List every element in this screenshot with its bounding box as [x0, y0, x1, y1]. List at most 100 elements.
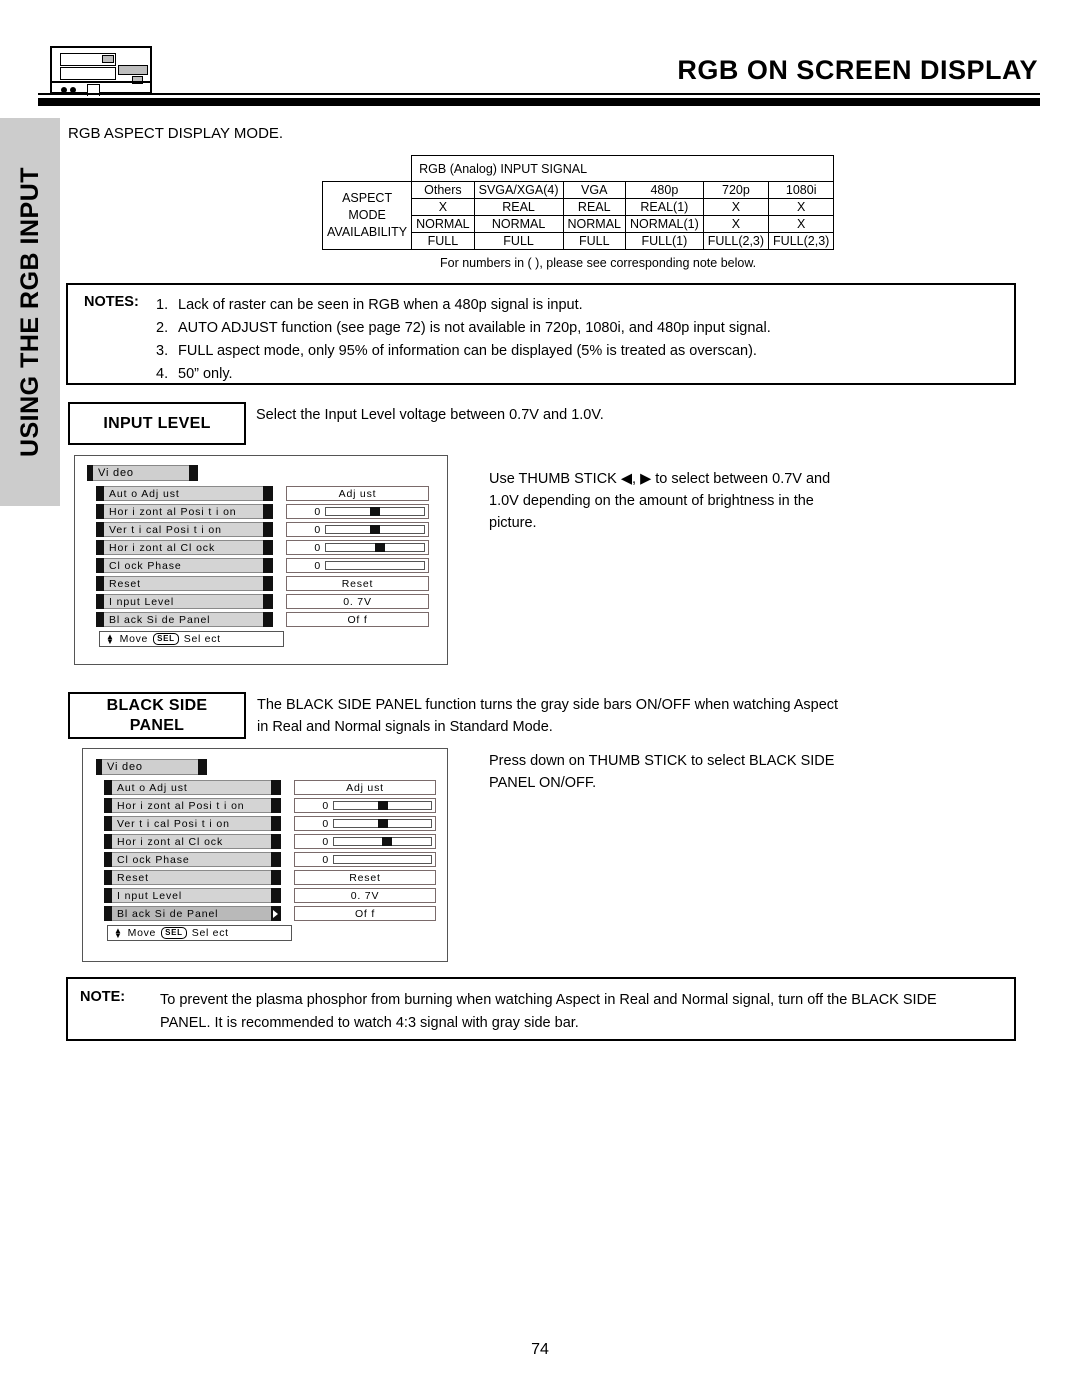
- osd-value-slider[interactable]: [325, 561, 425, 570]
- osd-value-number: 0: [322, 853, 329, 866]
- osd-item-value[interactable]: Reset: [294, 870, 436, 885]
- osd-item-value[interactable]: 0: [286, 558, 429, 573]
- osd-slider-knob[interactable]: [374, 543, 385, 552]
- table-cell: X: [768, 198, 835, 216]
- osd-item-label: Hor i zont al Cl ock: [112, 834, 271, 849]
- bottom-note-box: NOTE: To prevent the plasma phosphor fro…: [66, 977, 1016, 1041]
- osd-item-cap-right: [271, 852, 281, 867]
- osd-menu-item[interactable]: Reset: [96, 576, 273, 591]
- black-side-desc-line1: The BLACK SIDE PANEL function turns the …: [257, 697, 839, 713]
- note-number: 4.: [156, 366, 169, 382]
- osd-slider-knob[interactable]: [370, 525, 380, 534]
- osd-value-number: 0: [322, 799, 329, 812]
- osd-footer-select-label: Sel ect: [183, 633, 221, 645]
- osd-item-label: Hor i zont al Cl ock: [104, 540, 263, 555]
- osd-item-cap-left: [104, 888, 112, 903]
- table-title-row: RGB (Analog) INPUT SIGNAL: [323, 155, 835, 182]
- input-level-description: Select the Input Level voltage between 0…: [256, 407, 604, 423]
- note-number: 1.: [156, 297, 169, 313]
- chevron-right-icon: [271, 906, 281, 921]
- osd-menu-item[interactable]: Hor i zont al Cl ock: [104, 834, 281, 849]
- osd-value-slider[interactable]: [333, 801, 432, 810]
- osd-value-number: 0: [322, 817, 329, 830]
- osd-title-row: Vi deo: [87, 465, 198, 481]
- osd-item-cap-left: [104, 870, 112, 885]
- osd-item-cap-right: [263, 486, 273, 501]
- osd-item-label: Bl ack Si de Panel: [104, 612, 263, 627]
- osd-menu-item[interactable]: Hor i zont al Posi t i on: [104, 798, 281, 813]
- osd-value-slider[interactable]: [325, 525, 425, 534]
- osd-value-slider[interactable]: [325, 543, 425, 552]
- osd-item-value[interactable]: 0: [286, 522, 429, 537]
- osd-item-value[interactable]: Of f: [294, 906, 436, 921]
- osd-item-value[interactable]: 0: [286, 540, 429, 555]
- osd-item-value[interactable]: 0: [294, 834, 436, 849]
- osd-value-slider[interactable]: [333, 819, 432, 828]
- osd-title-cap-right: [189, 465, 198, 481]
- osd-item-value[interactable]: 0: [294, 852, 436, 867]
- osd-item-value[interactable]: 0: [294, 798, 436, 813]
- osd-item-value[interactable]: 0. 7V: [286, 594, 429, 609]
- osd-slider-knob[interactable]: [377, 819, 388, 828]
- table-col-header: Others: [411, 181, 475, 199]
- black-side-panel-description: The BLACK SIDE PANEL function turns the …: [257, 694, 838, 738]
- note-text: AUTO ADJUST function (see page 72) is no…: [178, 320, 771, 336]
- vcr-device-icon: [50, 46, 152, 98]
- osd-item-cap-left: [104, 906, 112, 921]
- osd-item-cap-left: [104, 780, 112, 795]
- osd-menu-item[interactable]: Cl ock Phase: [96, 558, 273, 573]
- osd-slider-knob[interactable]: [370, 507, 380, 516]
- osd-menu-item[interactable]: Reset: [104, 870, 281, 885]
- osd-menu-item[interactable]: Aut o Adj ust: [96, 486, 273, 501]
- table-cell: FULL(1): [625, 232, 704, 250]
- osd-item-value[interactable]: 0: [294, 816, 436, 831]
- osd-menu-item[interactable]: Ver t i cal Posi t i on: [96, 522, 273, 537]
- osd-item-value[interactable]: 0. 7V: [294, 888, 436, 903]
- table-title-cell: RGB (Analog) INPUT SIGNAL: [411, 155, 835, 182]
- osd-item-value[interactable]: Reset: [286, 576, 429, 591]
- note-text: Lack of raster can be seen in RGB when a…: [178, 297, 583, 313]
- osd-value-slider[interactable]: [325, 507, 425, 516]
- black-side-desc-line2: in Real and Normal signals in Standard M…: [257, 719, 553, 735]
- osd-menu-item[interactable]: Ver t i cal Posi t i on: [104, 816, 281, 831]
- osd-menu-item[interactable]: Hor i zont al Cl ock: [96, 540, 273, 555]
- osd-item-cap-right: [271, 780, 281, 795]
- osd-menu-item[interactable]: I nput Level: [104, 888, 281, 903]
- osd-value-slider[interactable]: [333, 837, 432, 846]
- input-level-instruction-line2: 1.0V depending on the amount of brightne…: [489, 493, 814, 509]
- chapter-side-tab-label: USING THE RGB INPUT: [15, 166, 44, 458]
- osd-item-value[interactable]: Adj ust: [286, 486, 429, 501]
- osd-menu-item[interactable]: Bl ack Si de Panel: [104, 906, 281, 921]
- table-cell: FULL: [411, 232, 475, 250]
- table-cell: X: [411, 198, 475, 216]
- osd-item-cap-left: [104, 798, 112, 813]
- icon-side-bar: [118, 65, 148, 75]
- osd-menu-item[interactable]: I nput Level: [96, 594, 273, 609]
- osd-slider-knob[interactable]: [382, 837, 393, 846]
- osd-menu-item[interactable]: Cl ock Phase: [104, 852, 281, 867]
- icon-slot-bottom: [60, 67, 116, 80]
- up-down-arrows-icon: ▲ ▼: [114, 926, 123, 940]
- osd-menu-item[interactable]: Hor i zont al Posi t i on: [96, 504, 273, 519]
- osd-value-slider[interactable]: [333, 855, 432, 864]
- osd-item-value[interactable]: Adj ust: [294, 780, 436, 795]
- table-cell: REAL: [473, 198, 564, 216]
- osd-slider-knob[interactable]: [377, 801, 388, 810]
- bottom-note-line1: To prevent the plasma phosphor from burn…: [160, 992, 937, 1008]
- input-level-heading: INPUT LEVEL: [68, 402, 246, 445]
- osd-item-cap-left: [104, 816, 112, 831]
- osd-item-label: Reset: [104, 576, 263, 591]
- note-item: 4. 50” only.: [68, 363, 1014, 386]
- table-cell: X: [702, 215, 770, 233]
- table-row-label: ASPECT MODE AVAILABILITY: [321, 181, 413, 250]
- osd-item-cap-right: [271, 798, 281, 813]
- osd-item-value[interactable]: 0: [286, 504, 429, 519]
- osd-item-cap-left: [96, 558, 104, 573]
- table-cell: FULL(2,3): [768, 232, 835, 250]
- notes-box: NOTES: 1. Lack of raster can be seen in …: [66, 283, 1016, 385]
- osd-menu-item[interactable]: Bl ack Si de Panel: [96, 612, 273, 627]
- osd-item-value[interactable]: Of f: [286, 612, 429, 627]
- osd-menu-item[interactable]: Aut o Adj ust: [104, 780, 281, 795]
- table-cell: NORMAL: [473, 215, 564, 233]
- table-cell: FULL: [562, 232, 627, 250]
